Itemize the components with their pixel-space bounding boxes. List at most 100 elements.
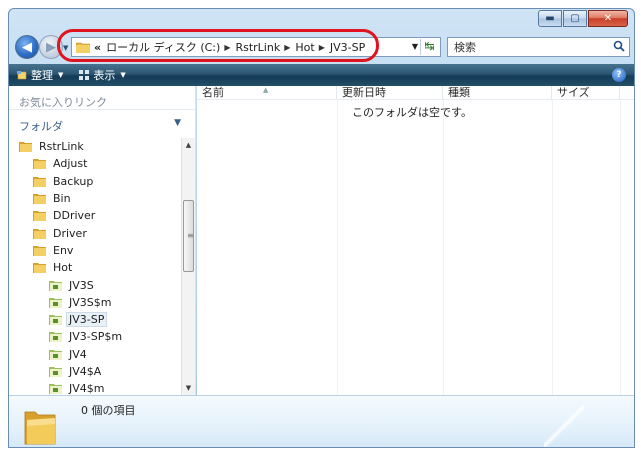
file-list-pane: 名前 ▲ 更新日時 種類 サイズ このフォルダは空です。 xyxy=(197,86,634,395)
organize-icon xyxy=(17,71,27,80)
organize-menu[interactable]: 整理 ▼ xyxy=(17,67,63,83)
chevron-down-icon: ▼ xyxy=(120,71,126,79)
tree-item[interactable]: JV4$m xyxy=(9,380,181,395)
folder-icon xyxy=(76,42,90,53)
search-icon[interactable] xyxy=(613,40,625,52)
column-size-label: サイズ xyxy=(557,86,590,99)
folder-icon xyxy=(33,176,46,187)
folder-icon xyxy=(24,411,56,445)
item-count: 0 個の項目 xyxy=(81,404,136,417)
maximize-button[interactable]: ▢ xyxy=(563,10,587,27)
column-headers: 名前 ▲ 更新日時 種類 サイズ xyxy=(197,86,634,100)
chevron-down-icon: ▼ xyxy=(58,71,64,79)
navigation-pane: お気に入りリンク フォルダ ▼ RstrLink Adjust Backup Bin D… xyxy=(9,86,196,395)
breadcrumb-separator-icon[interactable]: ▶ xyxy=(319,43,325,52)
glass-decoration xyxy=(544,404,584,447)
tree-item[interactable]: Bin xyxy=(9,190,181,207)
tree-item[interactable]: JV3-SP$m xyxy=(9,328,181,345)
view-label: 表示 xyxy=(93,69,116,82)
tree-item-label: RstrLink xyxy=(39,140,84,154)
tree-item-label: Driver xyxy=(53,226,87,240)
details-pane: 0 個の項目 xyxy=(9,395,634,447)
tree-item[interactable]: JV3S$m xyxy=(9,294,181,311)
folder-icon xyxy=(33,211,46,222)
tree-item-label: Bin xyxy=(53,192,71,206)
tree-item[interactable]: JV4$A xyxy=(9,363,181,380)
favorite-links-header[interactable]: お気に入りリンク xyxy=(9,86,195,110)
folders-label: フォルダ xyxy=(19,120,63,133)
special-folder-icon xyxy=(49,349,62,360)
column-header-type[interactable]: 種類 xyxy=(443,86,552,99)
special-folder-icon xyxy=(49,332,62,343)
command-toolbar: 整理 ▼ 表示 ▼ ? xyxy=(9,64,634,86)
refresh-icon[interactable]: ↹ xyxy=(420,39,438,55)
address-dropdown-icon[interactable]: ▼ xyxy=(412,42,418,51)
help-icon[interactable]: ? xyxy=(612,68,626,82)
search-input[interactable]: 検索 xyxy=(447,37,630,57)
folder-icon xyxy=(33,228,46,239)
tree-item-label: Backup xyxy=(53,174,94,188)
special-folder-icon xyxy=(49,280,62,291)
tree-item-label: Adjust xyxy=(53,157,88,171)
explorer-window: ▬ ▢ ✕ ◀ ▶ ▼ « ローカル ディスク (C:) ▶ RstrLink … xyxy=(8,8,635,448)
breadcrumb-jv3-sp[interactable]: JV3-SP xyxy=(330,41,365,54)
minimize-button[interactable]: ▬ xyxy=(538,10,562,27)
tree-item[interactable]: JV3S xyxy=(9,276,181,293)
tree-item[interactable]: Env xyxy=(9,242,181,259)
breadcrumb-hot[interactable]: Hot xyxy=(295,41,314,54)
special-folder-icon xyxy=(49,315,62,326)
address-bar[interactable]: « ローカル ディスク (C:) ▶ RstrLink ▶ Hot ▶ JV3-… xyxy=(71,37,441,57)
view-menu[interactable]: 表示 ▼ xyxy=(79,67,126,83)
column-date-label: 更新日時 xyxy=(342,86,386,99)
back-button[interactable]: ◀ xyxy=(15,35,39,59)
recent-pages-dropdown-icon[interactable]: ▼ xyxy=(63,44,68,52)
tree-item-label: JV3S xyxy=(69,278,94,292)
tree-item[interactable]: Backup xyxy=(9,173,181,190)
folder-icon xyxy=(33,263,46,274)
folder-icon xyxy=(33,245,46,256)
scrollbar-thumb[interactable]: ≡ xyxy=(183,200,194,272)
scroll-down-icon[interactable]: ▼ xyxy=(182,381,195,395)
address-overflow[interactable]: « xyxy=(94,41,101,54)
tree-item-label: DDriver xyxy=(53,209,96,223)
organize-label: 整理 xyxy=(31,69,53,82)
column-type-label: 種類 xyxy=(448,86,470,99)
tree-item-label: JV3S$m xyxy=(69,295,112,309)
breadcrumb-rstrlink[interactable]: RstrLink xyxy=(235,41,280,54)
empty-folder-message: このフォルダは空です。 xyxy=(352,106,472,119)
folder-icon xyxy=(33,159,46,170)
tree-item-label: JV4 xyxy=(69,347,87,361)
forward-button[interactable]: ▶ xyxy=(39,35,63,59)
column-header-name[interactable]: 名前 ▲ xyxy=(197,86,337,99)
close-button[interactable]: ✕ xyxy=(588,10,628,27)
tree-item-label: Hot xyxy=(53,261,73,275)
folders-header[interactable]: フォルダ ▼ xyxy=(9,110,195,134)
tree-item[interactable]: JV4 xyxy=(9,346,181,363)
tree-item-label: JV3-SP$m xyxy=(69,330,123,344)
caption-buttons: ▬ ▢ ✕ xyxy=(537,10,628,27)
breadcrumb-separator-icon[interactable]: ▶ xyxy=(224,43,230,52)
breadcrumb-separator-icon[interactable]: ▶ xyxy=(284,43,290,52)
tree-item-label: JV3-SP xyxy=(65,312,108,328)
column-name-label: 名前 xyxy=(202,86,224,99)
column-header-date[interactable]: 更新日時 xyxy=(337,86,443,99)
tree-item[interactable]: DDriver xyxy=(9,207,181,224)
navigation-bar: ◀ ▶ ▼ « ローカル ディスク (C:) ▶ RstrLink ▶ Hot … xyxy=(9,31,634,63)
tree-item-label: Env xyxy=(53,243,74,257)
chevron-down-icon: ▼ xyxy=(174,118,181,128)
tree-item[interactable]: Hot xyxy=(9,259,181,276)
search-placeholder: 検索 xyxy=(454,41,476,54)
view-icon xyxy=(79,70,90,80)
scroll-up-icon[interactable]: ▲ xyxy=(182,138,195,152)
special-folder-icon xyxy=(49,367,62,377)
tree-item[interactable]: JV3-SP xyxy=(9,311,181,328)
tree-item[interactable]: Adjust xyxy=(9,155,181,172)
tree-item[interactable]: Driver xyxy=(9,224,181,241)
tree-scrollbar[interactable]: ▲ ≡ ▼ xyxy=(181,138,195,395)
special-folder-icon xyxy=(49,384,62,395)
tree-item[interactable]: RstrLink xyxy=(9,138,181,155)
column-header-size[interactable]: サイズ xyxy=(552,86,620,99)
tree-item-label: JV4$m xyxy=(69,382,105,395)
column-gridlines xyxy=(197,100,634,395)
breadcrumb-local-disk[interactable]: ローカル ディスク (C:) xyxy=(106,39,220,55)
